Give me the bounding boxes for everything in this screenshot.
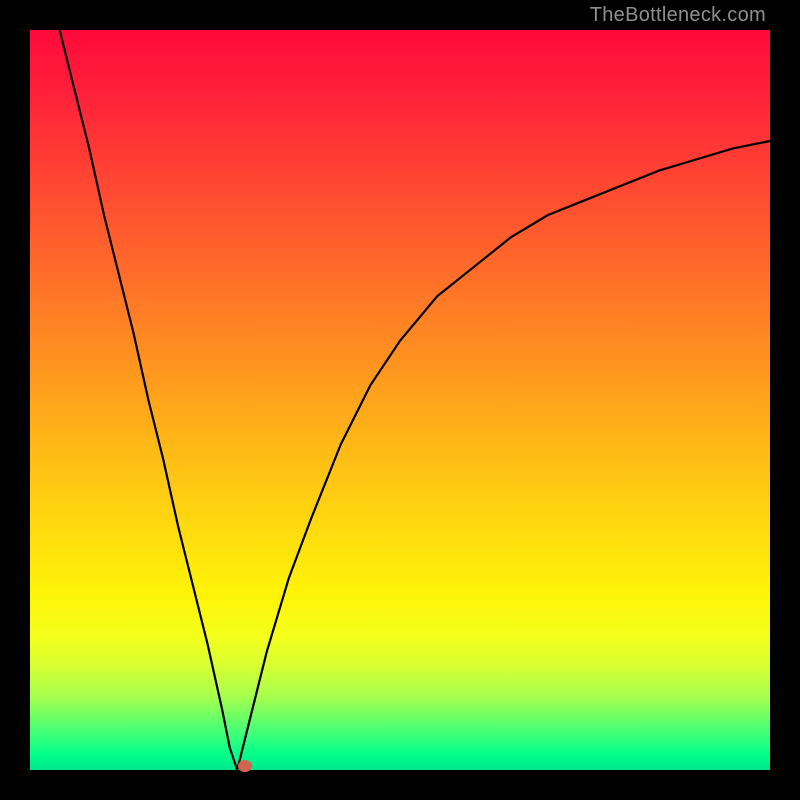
curve-left-branch [60, 30, 238, 770]
chart-frame: TheBottleneck.com [0, 0, 800, 800]
curve-right-branch [237, 141, 770, 770]
bottleneck-curve [30, 30, 770, 770]
bottleneck-minimum-marker [238, 760, 252, 772]
watermark-label: TheBottleneck.com [590, 4, 766, 27]
plot-area [30, 30, 770, 770]
